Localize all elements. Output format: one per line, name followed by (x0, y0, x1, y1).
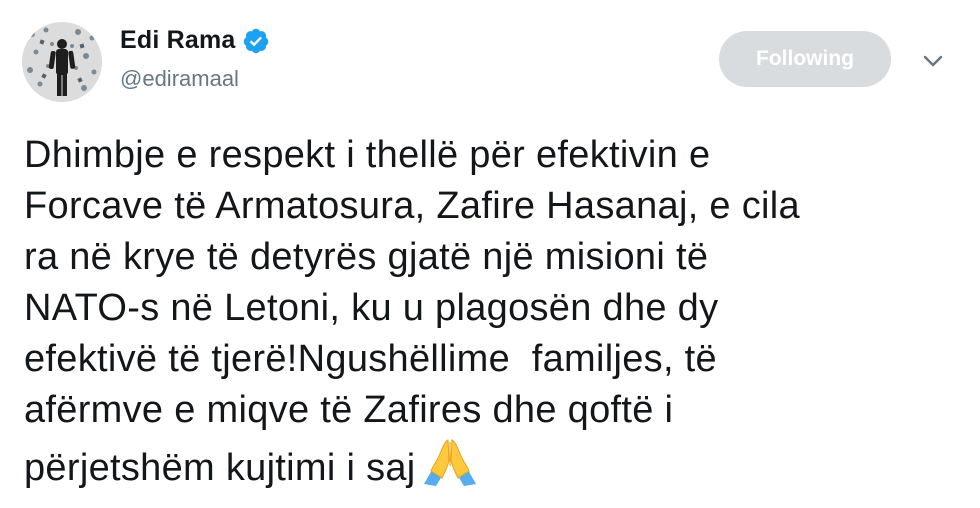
tweet-menu-button[interactable] (918, 48, 948, 74)
avatar[interactable] (22, 22, 102, 102)
tweet-text-line: Dhimbje e respekt i thellë për efektivin… (24, 134, 711, 176)
following-button[interactable]: Following (719, 31, 891, 87)
author-handle[interactable]: @ediramaal (120, 66, 239, 92)
tweet-text-line: Forcave të Armatosura, Zafire Hasanaj, e… (24, 185, 800, 227)
tweet-text-line: NATO-s në Letoni, ku u plagosën dhe dy (24, 287, 719, 329)
tweet-text-line: efektivë të tjerë!Ngushëllime familjes, … (24, 338, 717, 380)
avatar-photo (22, 22, 102, 102)
author-name-row: Edi Rama (120, 26, 270, 55)
author-name[interactable]: Edi Rama (120, 26, 236, 55)
tweet-text-line: ra në krye të detyrës gjatë një misioni … (24, 236, 709, 278)
chevron-down-icon (923, 55, 943, 67)
tweet-text-line: përjetshëm kujtimi i saj (24, 447, 416, 489)
tweet-card: Edi Rama @ediramaal Following Dhimbje e … (0, 0, 980, 508)
folded-hands-icon (418, 436, 482, 486)
tweet-text-last-line: përjetshëm kujtimi i saj (24, 436, 954, 494)
tweet-text: Dhimbje e respekt i thellë për efektivin… (24, 130, 954, 494)
tweet-text-line: afërmve e miqve të Zafires dhe qoftë i (24, 389, 674, 431)
verified-badge-icon (242, 27, 270, 55)
